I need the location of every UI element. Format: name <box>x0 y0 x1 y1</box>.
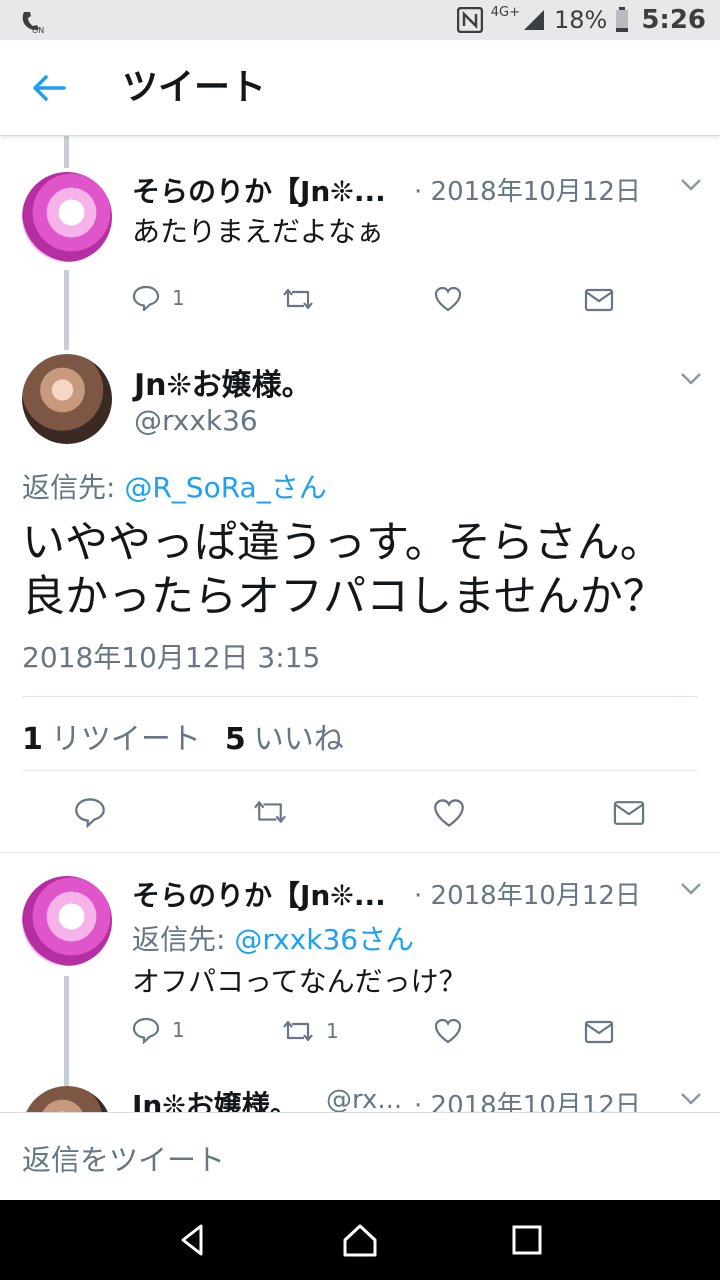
avatar[interactable] <box>22 354 112 444</box>
home-icon[interactable] <box>340 1220 380 1260</box>
reply-composer[interactable]: 返信をツイート <box>0 1112 720 1200</box>
direct-message-icon[interactable] <box>612 800 646 826</box>
like-icon[interactable] <box>434 1018 462 1044</box>
avatar[interactable] <box>22 876 112 966</box>
tweet-date: · 2018年10月12日 <box>414 177 641 207</box>
tweet-author-name[interactable]: Jn❊お嬢様。 <box>134 360 312 404</box>
tweet-text: あたりまえだよなぁ <box>132 215 385 248</box>
tweet-text: いややっぱ違うっす。そらさん。 良かったらオフパコしませんか？ <box>22 516 666 624</box>
reply-count: 1 <box>172 286 185 310</box>
reply-to-link[interactable]: @rxxk36さん <box>234 923 414 956</box>
tweet-timestamp: 2018年10月12日 3:15 <box>22 641 321 674</box>
direct-message-icon[interactable] <box>584 1020 614 1044</box>
like-icon[interactable] <box>434 286 462 312</box>
battery-icon <box>616 7 629 32</box>
status-bar: ON 4G+ 18% 5:26 <box>0 0 720 40</box>
volte-icon: ON <box>22 12 44 34</box>
retweet-count: 1 <box>326 1019 339 1043</box>
reply-count: 1 <box>172 1018 185 1042</box>
tweet-stats: 1 リツイート 5 いいね <box>22 714 344 758</box>
app-bar: ツイート <box>0 40 720 136</box>
page-title: ツイート <box>122 67 267 108</box>
tweet-text: オフパコってなんだっけ？ <box>132 965 467 998</box>
android-nav-bar <box>0 1200 720 1280</box>
reply-icon <box>132 285 160 312</box>
reply-to: 返信先: @rxxk36さん <box>132 918 414 958</box>
back-arrow-icon[interactable] <box>28 70 68 106</box>
retweet-icon <box>283 1020 313 1042</box>
divider <box>0 852 720 853</box>
retweet-button[interactable]: 1 <box>282 1018 339 1044</box>
recents-icon[interactable] <box>507 1220 547 1260</box>
tweet-text-line: 良かったらオフパコしませんか？ <box>22 572 666 622</box>
thread-line <box>64 136 69 168</box>
tweet-date: · 2018年10月12日 <box>414 881 641 911</box>
network-type: 4G+ <box>490 4 520 20</box>
battery-percent: 18% <box>553 6 608 34</box>
divider <box>22 696 698 697</box>
chevron-down-icon[interactable] <box>680 1092 702 1106</box>
signal-icon <box>523 10 544 30</box>
reply-to-prefix: 返信先: <box>132 923 235 956</box>
retweet-icon[interactable] <box>252 798 288 826</box>
reply-input[interactable]: 返信をツイート <box>22 1137 225 1179</box>
nfc-icon <box>456 7 483 33</box>
tweet-author-name[interactable]: そらのりか【Jn❊... <box>132 170 386 210</box>
back-icon[interactable] <box>173 1220 213 1260</box>
reply-to-link[interactable]: @R_SoRa_さん <box>124 471 326 504</box>
chevron-down-icon[interactable] <box>680 372 702 386</box>
chevron-down-icon[interactable] <box>680 178 702 192</box>
like-label: いいね <box>253 722 344 757</box>
reply-icon[interactable] <box>74 796 106 828</box>
tweet-text-line: いややっぱ違うっす。そらさん。 <box>22 518 663 568</box>
retweet-stat[interactable]: 1 リツイート <box>22 714 201 758</box>
thread-line <box>64 270 69 350</box>
like-stat[interactable]: 5 いいね <box>225 714 344 758</box>
like-count: 5 <box>224 722 246 757</box>
reply-icon <box>132 1017 160 1044</box>
chevron-down-icon[interactable] <box>680 882 702 896</box>
reply-to-prefix: 返信先: <box>22 471 125 504</box>
retweet-count: 1 <box>22 722 43 757</box>
direct-message-icon[interactable] <box>584 288 614 312</box>
reply-button[interactable]: 1 <box>132 1016 185 1044</box>
like-icon[interactable] <box>433 798 465 828</box>
tweet-author-handle[interactable]: @rxxk36 <box>134 404 258 437</box>
clock: 5:26 <box>641 5 706 35</box>
avatar[interactable] <box>22 172 112 262</box>
thread-line <box>64 976 69 1086</box>
tweet-author-handle: @rx... <box>326 1085 403 1115</box>
retweet-label: リツイート <box>50 722 201 757</box>
reply-button[interactable]: 1 <box>132 284 185 312</box>
divider <box>22 770 698 771</box>
tweet-author-name[interactable]: そらのりか【Jn❊... <box>132 874 386 914</box>
retweet-icon[interactable] <box>282 286 314 312</box>
reply-to: 返信先: @R_SoRa_さん <box>22 466 327 506</box>
svg-text:ON: ON <box>32 26 44 34</box>
